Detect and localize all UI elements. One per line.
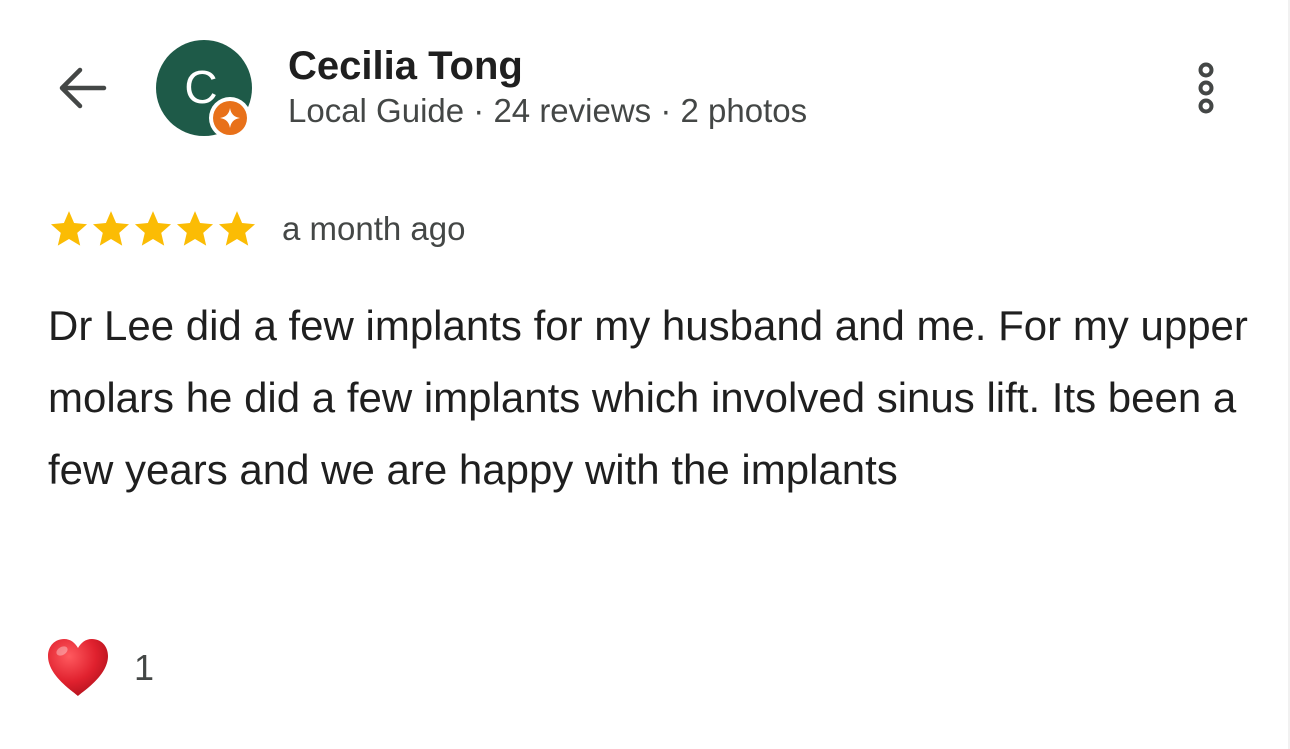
rating-row: a month ago (48, 206, 465, 252)
more-vertical-icon (1198, 62, 1214, 114)
review-date: a month ago (282, 210, 466, 247)
star-icon (218, 211, 256, 246)
star-icon (134, 211, 172, 246)
local-guide-star-icon (220, 108, 240, 128)
star-icon (50, 211, 88, 246)
more-options-button[interactable] (1186, 56, 1226, 120)
like-reaction-button[interactable]: 1 (44, 636, 154, 700)
star-icon (176, 211, 214, 246)
star-rating (48, 208, 258, 250)
review-text: Dr Lee did a few implants for my husband… (48, 302, 1248, 493)
arrow-left-icon (59, 67, 107, 109)
reviewer-name[interactable]: Cecilia Tong (288, 44, 523, 89)
local-guide-badge (209, 97, 251, 139)
back-button[interactable] (52, 60, 112, 116)
reaction-count: 1 (134, 647, 155, 688)
avatar-letter: C (184, 61, 218, 113)
red-heart-icon (48, 639, 108, 696)
reviewer-meta: Local Guide · 24 reviews · 2 photos (288, 92, 808, 129)
star-icon (92, 211, 130, 246)
